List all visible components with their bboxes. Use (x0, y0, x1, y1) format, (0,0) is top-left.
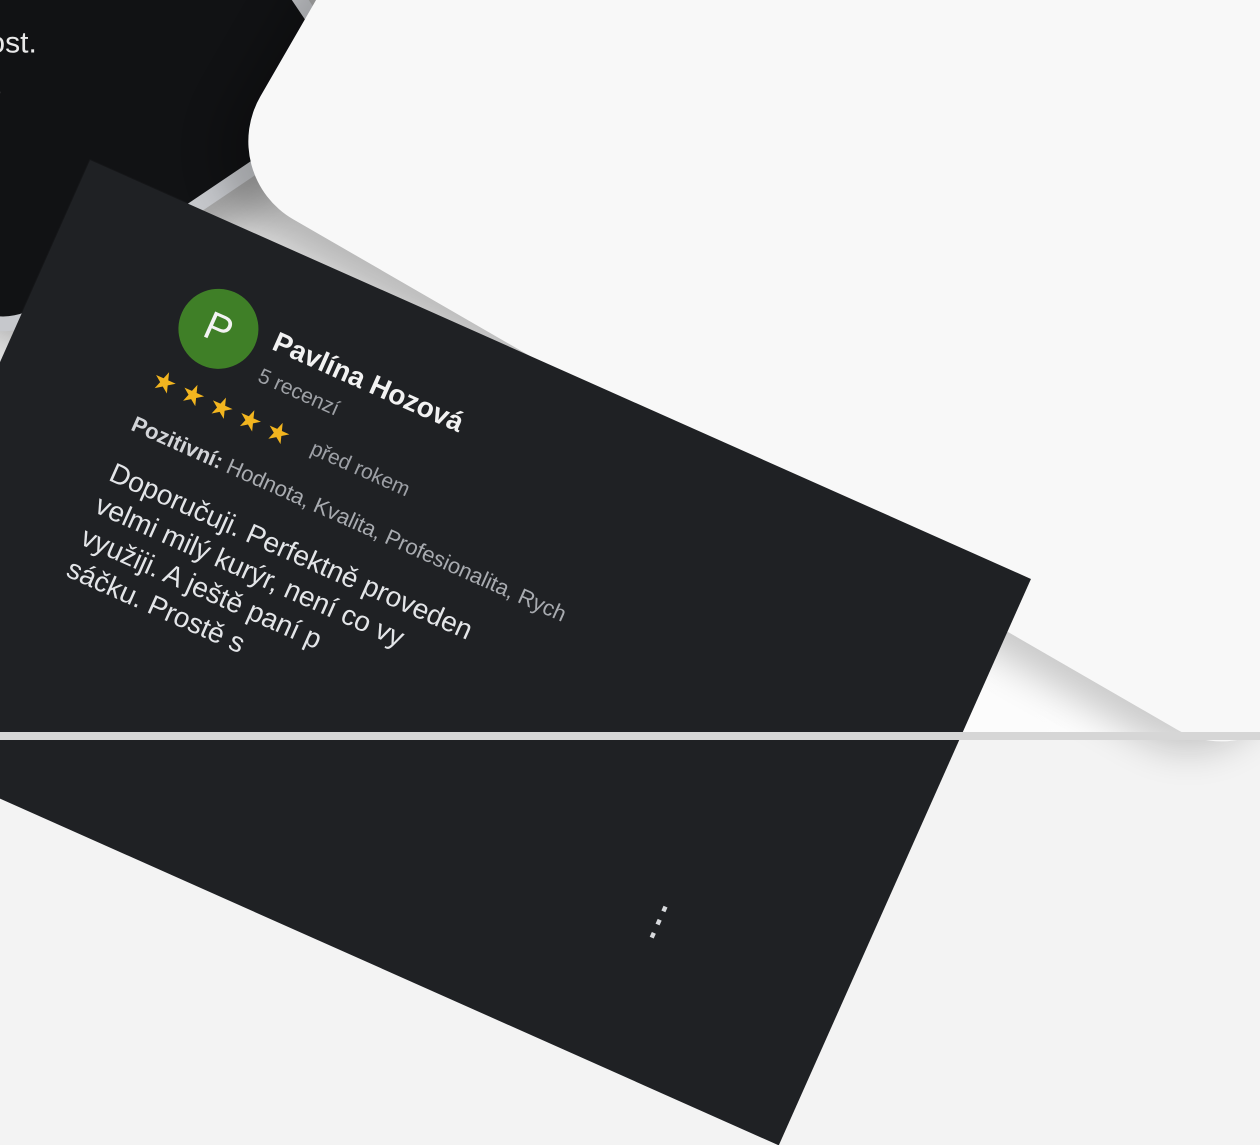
star-icon: ★ (203, 388, 240, 427)
star-icon: ★ (175, 375, 211, 414)
star-icon: ★ (232, 400, 268, 440)
bottom-bar (0, 732, 1260, 740)
left-phone-text-line-1: hlost. (0, 26, 37, 60)
star-icon: ★ (146, 362, 183, 402)
left-phone-text-line-2: Za (0, 64, 37, 104)
more-vertical-icon[interactable]: ⋮ (628, 889, 691, 953)
avatar-letter: P (197, 302, 240, 354)
avatar: P (165, 276, 272, 382)
left-phone-text: hlost. Za (0, 23, 37, 104)
review-time: před rokem (307, 437, 414, 502)
star-icon: ★ (260, 413, 297, 452)
